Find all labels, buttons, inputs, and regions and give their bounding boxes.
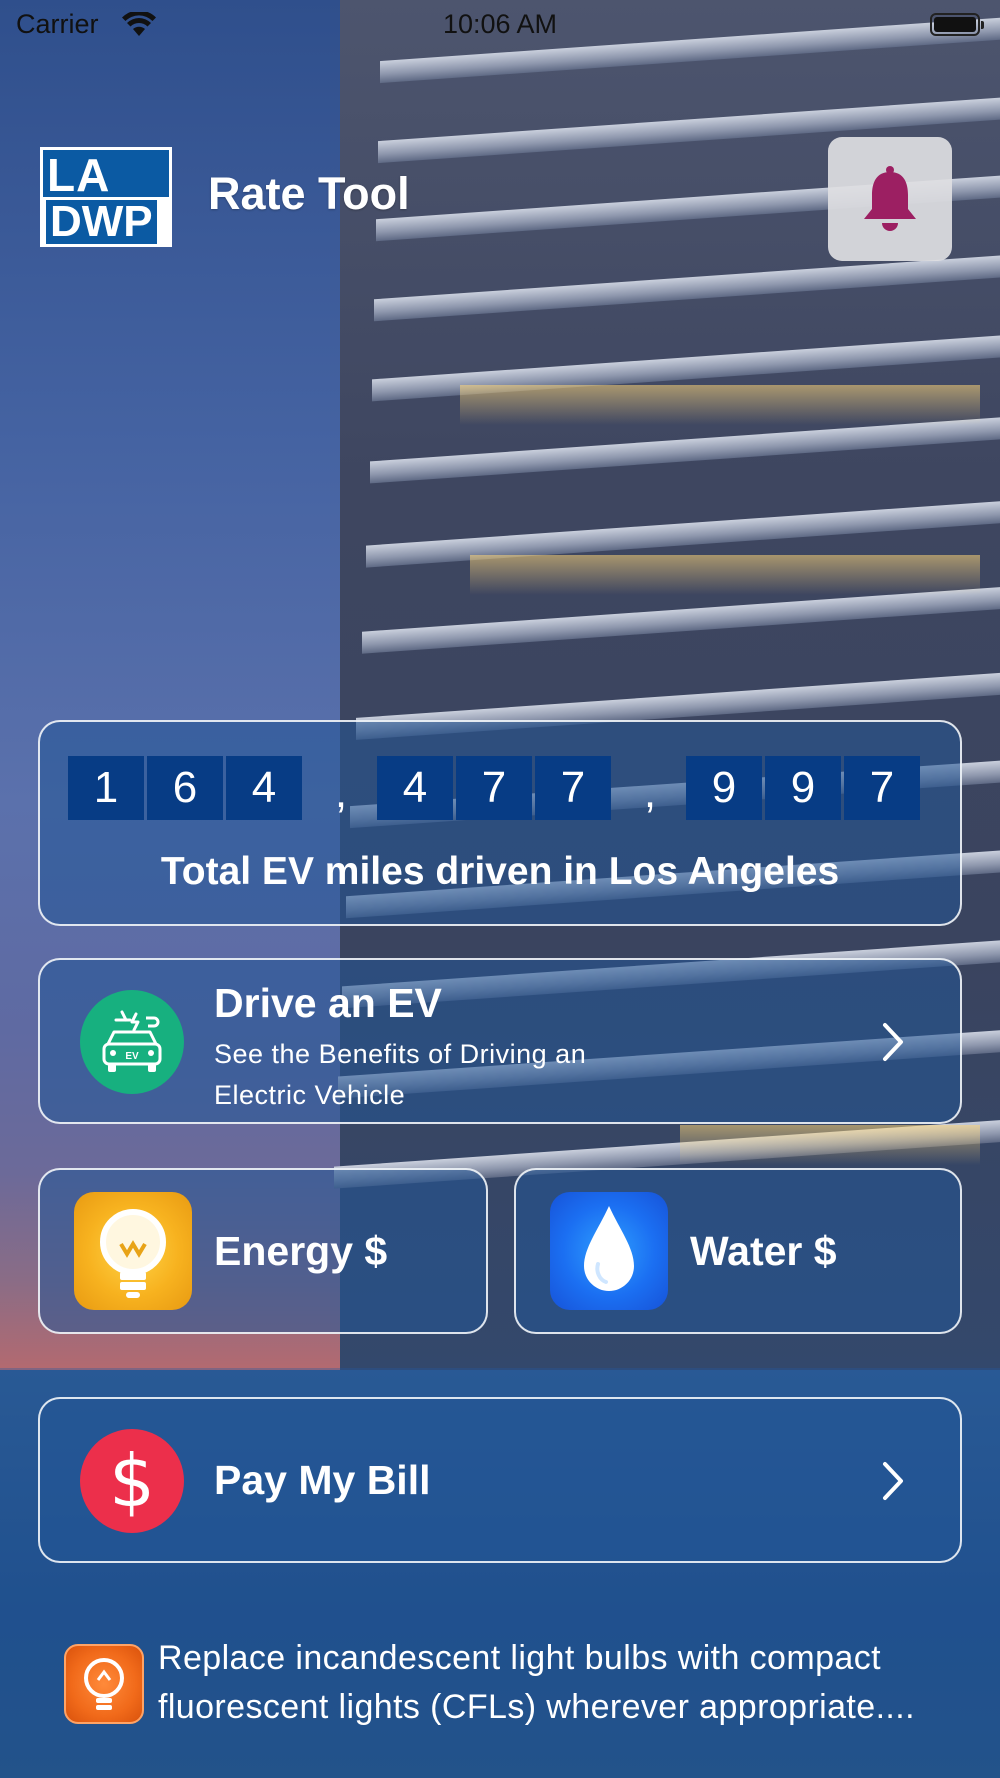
counter-digit: 6 — [147, 756, 223, 820]
water-label: Water $ — [690, 1228, 837, 1274]
counter-digit: 9 — [686, 756, 762, 820]
page-title: Rate Tool — [208, 168, 410, 219]
tip-line2: fluorescent lights (CFLs) wherever appro… — [158, 1688, 915, 1726]
status-bar: Carrier 10:06 AM — [0, 0, 1000, 50]
notifications-button[interactable] — [828, 137, 952, 261]
ev-car-icon: EV — [80, 990, 184, 1094]
drive-ev-button[interactable]: EV Drive an EV See the Benefits of Drivi… — [38, 958, 962, 1124]
ladwp-logo: LA DWP — [40, 147, 172, 247]
drive-ev-subtitle: See the Benefits of Driving an Electric … — [214, 1039, 587, 1110]
counter-digit: 7 — [535, 756, 611, 820]
counter-caption: Total EV miles driven in Los Angeles — [160, 850, 840, 893]
drive-ev-title: Drive an EV — [214, 980, 442, 1026]
counter-digit: 9 — [765, 756, 841, 820]
pay-my-bill-button[interactable]: $ Pay My Bill — [38, 1397, 962, 1563]
clock: 10:06 AM — [442, 9, 558, 39]
counter-digit: 1 — [68, 756, 144, 820]
counter-separator: , — [334, 768, 348, 817]
counter-separator: , — [643, 768, 657, 817]
bell-icon — [864, 166, 916, 231]
counter-digit: 4 — [377, 756, 453, 820]
counter-digit: 7 — [456, 756, 532, 820]
chevron-right-icon — [883, 1462, 903, 1500]
pay-my-bill-label: Pay My Bill — [214, 1457, 431, 1503]
tip-lightbulb-icon — [64, 1644, 144, 1724]
battery-icon — [930, 13, 984, 36]
energy-label: Energy $ — [214, 1228, 388, 1274]
tip-line1: Replace incandescent light bulbs with co… — [158, 1639, 881, 1677]
logo-line2: DWP — [46, 200, 157, 244]
counter-digit: 4 — [226, 756, 302, 820]
energy-tip[interactable]: Replace incandescent light bulbs with co… — [158, 1634, 988, 1732]
dollar-icon: $ — [80, 1429, 184, 1533]
energy-cost-button[interactable]: Energy $ — [38, 1168, 488, 1334]
lightbulb-icon — [74, 1192, 192, 1310]
water-drop-icon — [550, 1192, 668, 1310]
ev-miles-counter: 1 6 4 , 4 7 7 , 9 9 7 — [68, 756, 923, 820]
chevron-right-icon — [883, 1023, 903, 1061]
logo-line1: LA — [47, 149, 111, 201]
counter-digit: 7 — [844, 756, 920, 820]
ev-badge: EV — [125, 1051, 139, 1062]
water-cost-button[interactable]: Water $ — [514, 1168, 962, 1334]
ev-miles-counter-card: 1 6 4 , 4 7 7 , 9 9 7 Total EV miles dri… — [38, 720, 962, 926]
